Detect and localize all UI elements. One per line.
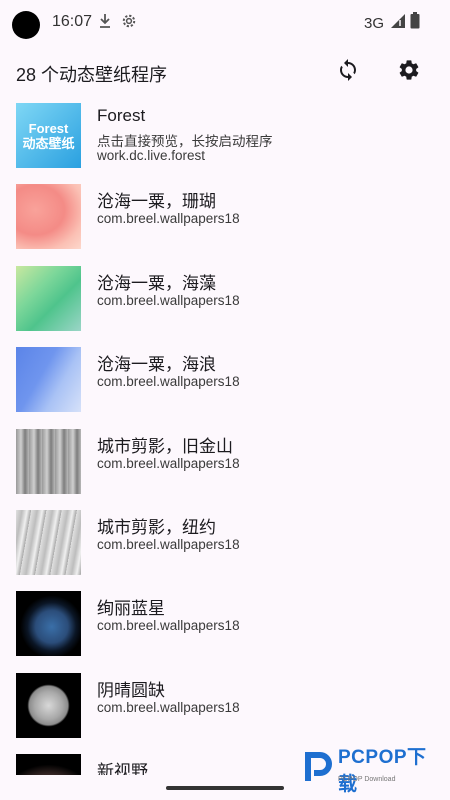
item-package: com.breel.wallpapers18 bbox=[97, 536, 240, 552]
wallpaper-thumbnail bbox=[16, 184, 81, 250]
item-package: com.breel.wallpapers18 bbox=[97, 211, 240, 227]
item-title: 新视野 bbox=[97, 762, 148, 775]
list-item[interactable]: 城市剪影，纽约 com.breel.wallpapers18 bbox=[0, 507, 450, 588]
wallpaper-thumbnail bbox=[16, 672, 81, 738]
status-time: 16:07 bbox=[52, 13, 93, 30]
wallpaper-thumbnail bbox=[16, 509, 81, 575]
settings-button[interactable] bbox=[389, 52, 429, 92]
list-item[interactable]: 沧海一粟，海藻 com.breel.wallpapers18 bbox=[0, 263, 450, 344]
battery-icon bbox=[410, 12, 420, 34]
list-item[interactable]: 绚丽蓝星 com.breel.wallpapers18 bbox=[0, 588, 450, 669]
camera-cutout bbox=[12, 11, 40, 39]
page-title: 28 个动态壁纸程序 bbox=[16, 65, 168, 85]
refresh-icon bbox=[336, 58, 360, 87]
settings-gear-small-icon bbox=[120, 12, 138, 35]
item-package: com.breel.wallpapers18 bbox=[97, 699, 240, 715]
wallpaper-thumbnail bbox=[16, 347, 81, 413]
list-item[interactable]: 阴晴圆缺 com.breel.wallpapers18 bbox=[0, 670, 450, 751]
item-title: 阴晴圆缺 bbox=[97, 680, 165, 700]
wallpaper-thumbnail bbox=[16, 265, 81, 331]
item-title: 城市剪影，旧金山 bbox=[97, 436, 233, 456]
item-package: com.breel.wallpapers18 bbox=[97, 292, 240, 308]
system-icons: 3G bbox=[364, 12, 420, 34]
refresh-button[interactable] bbox=[328, 52, 368, 92]
item-package: com.breel.wallpapers18 bbox=[97, 455, 240, 471]
thumbnail-text: Forest bbox=[28, 120, 69, 136]
signal-icon bbox=[390, 13, 406, 34]
watermark-subtext: PCPOP Download bbox=[338, 776, 396, 783]
list-item[interactable]: 沧海一粟，海浪 com.breel.wallpapers18 bbox=[0, 344, 450, 425]
wallpaper-thumbnail bbox=[16, 591, 81, 657]
list-item[interactable]: 沧海一粟，珊瑚 com.breel.wallpapers18 bbox=[0, 181, 450, 262]
wallpaper-thumbnail: Forest 动态壁纸 bbox=[16, 103, 81, 168]
home-indicator[interactable] bbox=[166, 786, 284, 790]
wallpaper-thumbnail bbox=[16, 428, 81, 494]
watermark-text: PCPOP下载 bbox=[338, 747, 427, 795]
item-title: 沧海一粟，珊瑚 bbox=[97, 192, 216, 212]
status-bar: 16:07 3G bbox=[0, 0, 450, 44]
item-package: work.dc.live.forest bbox=[97, 148, 206, 163]
item-title: 沧海一粟，海浪 bbox=[97, 355, 216, 375]
notification-icons bbox=[98, 12, 138, 35]
item-package: com.breel.wallpapers18 bbox=[97, 374, 240, 390]
item-title: Forest bbox=[97, 106, 146, 125]
watermark-logo: PCPOP下载 PCPOP Download bbox=[304, 747, 444, 795]
network-type: 3G bbox=[363, 14, 384, 32]
list-item[interactable]: 城市剪影，旧金山 com.breel.wallpapers18 bbox=[0, 426, 450, 507]
thumbnail-text: 动态壁纸 bbox=[22, 135, 75, 151]
item-package: com.breel.wallpapers18 bbox=[97, 618, 240, 634]
item-title: 城市剪影，纽约 bbox=[97, 517, 216, 537]
wallpaper-list: Forest 动态壁纸 Forest 点击直接预览，长按启动程序 work.dc… bbox=[0, 100, 450, 775]
download-icon bbox=[98, 12, 112, 35]
pcpop-logo-icon bbox=[304, 751, 334, 788]
item-title: 绚丽蓝星 bbox=[97, 599, 165, 619]
item-hint: 点击直接预览，长按启动程序 bbox=[97, 134, 273, 149]
settings-icon bbox=[397, 58, 421, 87]
item-title: 沧海一粟，海藻 bbox=[97, 273, 216, 293]
list-item[interactable]: Forest 动态壁纸 Forest 点击直接预览，长按启动程序 work.dc… bbox=[0, 100, 450, 181]
app-bar: 28 个动态壁纸程序 bbox=[0, 44, 450, 100]
wallpaper-thumbnail bbox=[16, 754, 81, 775]
